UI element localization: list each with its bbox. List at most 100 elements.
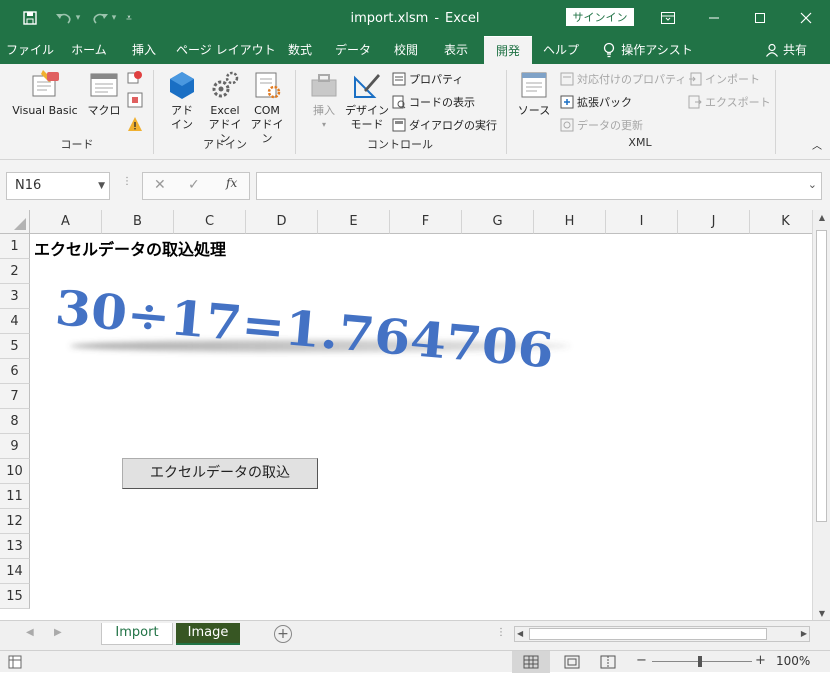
- zoom-in-button[interactable]: +: [755, 653, 766, 668]
- excel-addins-button[interactable]: Excel アドイン: [204, 70, 246, 146]
- map-properties-button[interactable]: 対応付けのプロパティ: [560, 70, 686, 88]
- prev-sheet-icon[interactable]: ◀: [26, 627, 34, 638]
- tab-view[interactable]: 表示: [436, 36, 476, 64]
- wordart-equation[interactable]: 30÷17=1.764706: [40, 274, 580, 384]
- column-header[interactable]: C: [174, 210, 246, 234]
- row-header[interactable]: 12: [0, 509, 30, 534]
- column-header[interactable]: J: [678, 210, 750, 234]
- customize-qat-icon[interactable]: ⩡: [122, 0, 136, 36]
- tab-insert[interactable]: 挿入: [122, 36, 166, 64]
- zoom-slider[interactable]: [652, 661, 752, 662]
- column-header[interactable]: B: [102, 210, 174, 234]
- page-break-view-button[interactable]: [596, 651, 620, 673]
- column-header[interactable]: E: [318, 210, 390, 234]
- column-header[interactable]: H: [534, 210, 606, 234]
- close-icon[interactable]: [792, 0, 820, 36]
- tab-home[interactable]: ホーム: [66, 36, 112, 64]
- row-header[interactable]: 5: [0, 334, 30, 359]
- export-button[interactable]: エクスポート: [688, 93, 771, 111]
- tell-me-box[interactable]: 操作アシスト: [600, 36, 696, 64]
- row-header[interactable]: 13: [0, 534, 30, 559]
- column-header[interactable]: G: [462, 210, 534, 234]
- relative-ref-button[interactable]: [126, 92, 144, 112]
- record-macro-button[interactable]: [126, 70, 144, 90]
- row-header[interactable]: 14: [0, 559, 30, 584]
- expansion-pack-button[interactable]: 拡張パック: [560, 93, 632, 111]
- refresh-data-button[interactable]: データの更新: [560, 116, 643, 134]
- visual-basic-button[interactable]: Visual Basic: [8, 70, 82, 118]
- tab-developer[interactable]: 開発: [484, 36, 532, 64]
- tab-data[interactable]: データ: [330, 36, 376, 64]
- ribbon-display-icon[interactable]: [654, 0, 682, 36]
- row-header[interactable]: 8: [0, 409, 30, 434]
- sheet-tab-import[interactable]: Import: [101, 623, 173, 645]
- undo-dropdown-icon[interactable]: ▾: [72, 0, 84, 36]
- addins-button[interactable]: アド イン: [164, 70, 200, 132]
- zoom-out-button[interactable]: −: [636, 653, 647, 668]
- row-header[interactable]: 7: [0, 384, 30, 409]
- insert-control-button[interactable]: 挿入 ▾: [306, 70, 342, 132]
- scroll-right-icon[interactable]: ▶: [801, 627, 807, 641]
- cancel-entry-icon[interactable]: ✕: [154, 177, 166, 193]
- properties-button[interactable]: プロパティ: [392, 70, 463, 88]
- row-header[interactable]: 11: [0, 484, 30, 509]
- xml-source-button[interactable]: ソース: [516, 70, 552, 118]
- horizontal-scroll-thumb[interactable]: [529, 628, 767, 640]
- row-header[interactable]: 2: [0, 259, 30, 284]
- confirm-entry-icon[interactable]: ✓: [188, 177, 200, 193]
- save-icon[interactable]: [18, 0, 42, 36]
- column-header[interactable]: F: [390, 210, 462, 234]
- row-header[interactable]: 6: [0, 359, 30, 384]
- column-header[interactable]: A: [30, 210, 102, 234]
- row-header[interactable]: 4: [0, 309, 30, 334]
- macro-button[interactable]: マクロ: [84, 70, 124, 118]
- tab-file[interactable]: ファイル: [6, 36, 54, 64]
- design-mode-button[interactable]: デザイン モード: [344, 70, 390, 132]
- worksheet-grid[interactable]: A B C D E F G H I J K 1 2 3 4 5 6 7 8 9 …: [0, 210, 812, 620]
- maximize-icon[interactable]: [746, 0, 774, 36]
- column-header[interactable]: K: [750, 210, 812, 234]
- tab-help[interactable]: ヘルプ: [538, 36, 584, 64]
- scroll-left-icon[interactable]: ◀: [517, 627, 523, 641]
- signin-button[interactable]: サインイン: [566, 8, 634, 26]
- select-all-corner[interactable]: [0, 210, 30, 234]
- macro-record-status-icon[interactable]: [8, 655, 22, 672]
- tab-split-grip-icon[interactable]: ⋮: [496, 627, 506, 638]
- expand-formula-icon[interactable]: ⌄: [808, 178, 817, 191]
- run-dialog-button[interactable]: ダイアログの実行: [392, 116, 497, 134]
- import-excel-data-button[interactable]: エクセルデータの取込: [122, 458, 318, 489]
- row-header[interactable]: 10: [0, 459, 30, 484]
- vertical-scrollbar[interactable]: ▲ ▼: [812, 210, 830, 622]
- formula-input[interactable]: ⌄: [256, 172, 822, 200]
- normal-view-button[interactable]: [512, 651, 550, 673]
- row-header[interactable]: 1: [0, 234, 30, 259]
- scroll-up-icon[interactable]: ▲: [815, 210, 829, 226]
- tab-page-layout[interactable]: ページ レイアウト: [176, 36, 276, 64]
- collapse-ribbon-icon[interactable]: ︿: [810, 140, 824, 154]
- column-header[interactable]: I: [606, 210, 678, 234]
- share-button[interactable]: 共有: [756, 36, 816, 64]
- insert-function-icon[interactable]: fx: [226, 176, 237, 190]
- com-addins-button[interactable]: COM アドイン: [246, 70, 288, 146]
- sheet-tab-image[interactable]: Image: [176, 623, 240, 645]
- cell-a1-title[interactable]: エクセルデータの取込処理: [34, 236, 226, 260]
- row-header[interactable]: 3: [0, 284, 30, 309]
- view-code-button[interactable]: コードの表示: [392, 93, 475, 111]
- minimize-icon[interactable]: [700, 0, 728, 36]
- horizontal-scrollbar[interactable]: ◀ ▶: [514, 626, 810, 642]
- vertical-scroll-thumb[interactable]: [816, 230, 827, 522]
- zoom-slider-thumb[interactable]: [698, 656, 702, 667]
- column-header[interactable]: D: [246, 210, 318, 234]
- row-header[interactable]: 9: [0, 434, 30, 459]
- next-sheet-icon[interactable]: ▶: [54, 627, 62, 638]
- name-box-dropdown-icon[interactable]: ▼: [98, 173, 105, 199]
- row-header[interactable]: 15: [0, 584, 30, 609]
- page-layout-view-button[interactable]: [560, 651, 584, 673]
- add-sheet-icon[interactable]: +: [274, 625, 292, 643]
- zoom-level[interactable]: 100%: [776, 654, 810, 668]
- import-button[interactable]: インポート: [688, 70, 760, 88]
- tab-review[interactable]: 校閲: [386, 36, 426, 64]
- redo-dropdown-icon[interactable]: ▾: [108, 0, 120, 36]
- name-box[interactable]: N16 ▼: [6, 172, 110, 200]
- tab-formulas[interactable]: 数式: [280, 36, 320, 64]
